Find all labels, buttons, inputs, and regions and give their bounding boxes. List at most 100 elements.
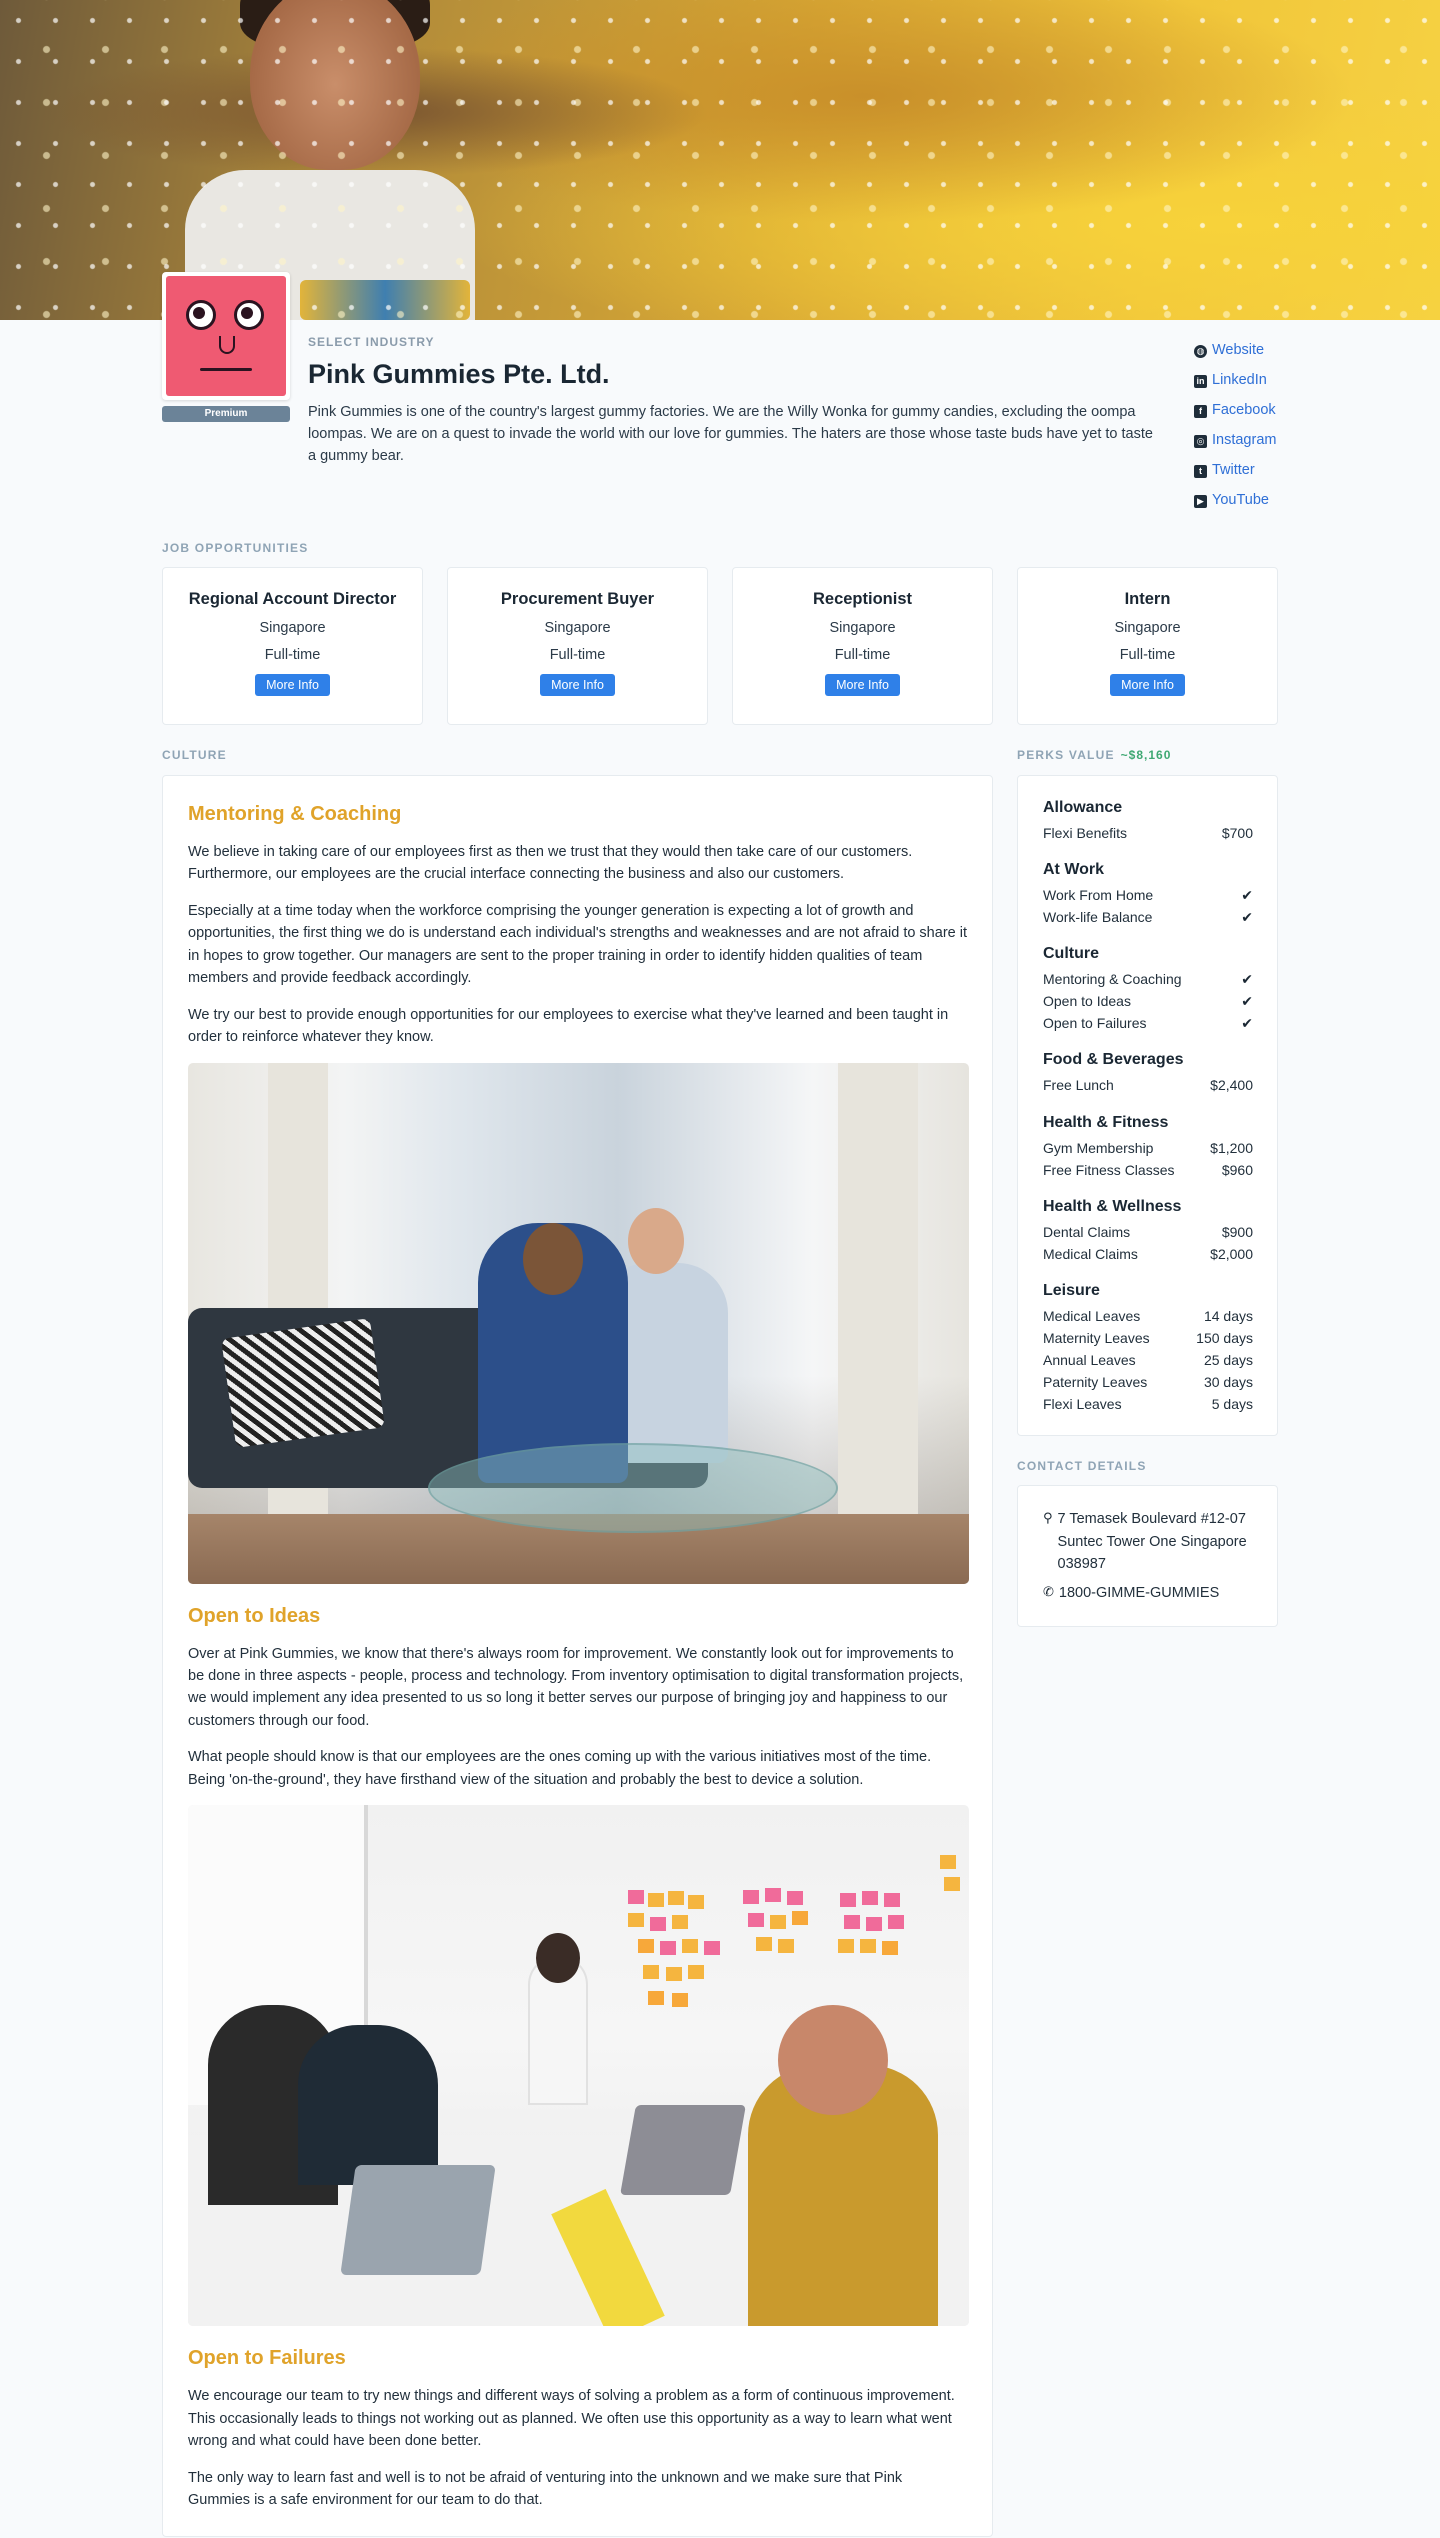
facebook-link[interactable]: Facebook bbox=[1212, 400, 1276, 421]
perk-group-title: Culture bbox=[1043, 945, 1099, 963]
perk-row: Maternity Leaves 150 days bbox=[1043, 1327, 1253, 1349]
job-location: Singapore bbox=[1114, 620, 1181, 637]
presenter-head bbox=[536, 1933, 580, 1984]
perk-name: Work From Home bbox=[1043, 887, 1154, 903]
job-title: Receptionist bbox=[812, 590, 913, 609]
more-info-button[interactable]: More Info bbox=[825, 674, 900, 697]
curtain bbox=[838, 1062, 918, 1584]
more-info-button[interactable]: More Info bbox=[540, 674, 615, 697]
perk-row: Open to Failures ✔ bbox=[1043, 1012, 1253, 1034]
job-location: Singapore bbox=[259, 620, 326, 637]
contact-card: ⚲ 7 Temasek Boulevard #12-07 Suntec Towe… bbox=[1017, 1485, 1278, 1628]
perk-row: Medical Leaves 14 days bbox=[1043, 1305, 1253, 1327]
job-card: Receptionist Singapore Full-time More In… bbox=[732, 567, 993, 726]
sticky-note bbox=[787, 1891, 803, 1906]
social-link-linkedin[interactable]: in LinkedIn bbox=[1194, 366, 1276, 396]
social-link-youtube[interactable]: ▶ YouTube bbox=[1194, 486, 1276, 516]
phone-text[interactable]: 1800-GIMME-GUMMIES bbox=[1059, 1582, 1219, 1604]
more-info-button[interactable]: More Info bbox=[255, 674, 330, 697]
sticky-note bbox=[862, 1891, 878, 1906]
address-text: 7 Temasek Boulevard #12-07 Suntec Tower … bbox=[1057, 1511, 1247, 1573]
perk-name: Open to Ideas bbox=[1043, 993, 1131, 1010]
sticky-note bbox=[838, 1939, 854, 1954]
job-type: Full-time bbox=[549, 647, 606, 664]
instagram-link[interactable]: Instagram bbox=[1212, 430, 1276, 451]
job-location: Singapore bbox=[544, 620, 611, 637]
sticky-note bbox=[648, 1991, 664, 2006]
job-location: Singapore bbox=[829, 620, 896, 637]
perk-value: $2,000 bbox=[1210, 1245, 1253, 1262]
perk-group-title: At Work bbox=[1043, 860, 1105, 878]
twitter-link[interactable]: Twitter bbox=[1212, 460, 1255, 481]
perk-row: Medical Claims $2,000 bbox=[1043, 1243, 1253, 1265]
perk-name: Dental Claims bbox=[1043, 1223, 1131, 1240]
office-meeting-photo bbox=[188, 1062, 969, 1584]
check-icon: ✔ bbox=[1241, 971, 1253, 988]
sticky-note bbox=[672, 1915, 688, 1930]
perk-value: $700 bbox=[1221, 824, 1253, 841]
address-row: ⚲ 7 Temasek Boulevard #12-07 Suntec Towe… bbox=[1043, 1508, 1253, 1575]
person-head bbox=[628, 1207, 684, 1274]
youtube-icon: ▶ bbox=[1194, 494, 1207, 508]
culture-paragraph: We encourage our team to try new things … bbox=[188, 2388, 955, 2450]
job-list: Regional Account Director Singapore Full… bbox=[162, 567, 1278, 726]
sticky-note bbox=[688, 1895, 704, 1910]
perk-name: Free Lunch bbox=[1043, 1077, 1114, 1094]
job-title: Regional Account Director bbox=[188, 590, 397, 609]
social-link-facebook[interactable]: f Facebook bbox=[1194, 396, 1276, 426]
website-link[interactable]: Website bbox=[1212, 340, 1264, 361]
job-card: Regional Account Director Singapore Full… bbox=[162, 567, 423, 726]
perk-group-title: Allowance bbox=[1043, 798, 1123, 816]
industry-label[interactable]: SELECT INDUSTRY bbox=[308, 334, 1158, 351]
phone-icon: ✆ bbox=[1043, 1583, 1054, 1599]
more-info-button[interactable]: More Info bbox=[1110, 674, 1185, 697]
perk-value: 30 days bbox=[1203, 1373, 1253, 1390]
perk-value: $900 bbox=[1221, 1223, 1253, 1240]
youtube-link[interactable]: YouTube bbox=[1212, 490, 1269, 511]
person-head bbox=[523, 1222, 583, 1295]
perk-group-title: Leisure bbox=[1043, 1281, 1100, 1299]
glass-table bbox=[428, 1442, 838, 1533]
perk-group-culture: Culture Mentoring & Coaching ✔ Open to Id… bbox=[1043, 942, 1253, 1034]
perk-group-title: Health & Fitness bbox=[1043, 1113, 1169, 1131]
perk-value: 14 days bbox=[1203, 1307, 1253, 1324]
sticky-note bbox=[668, 1891, 684, 1906]
perk-value: 25 days bbox=[1203, 1351, 1253, 1368]
sticky-note bbox=[638, 1939, 654, 1954]
perk-name: Work-life Balance bbox=[1043, 909, 1153, 925]
social-link-website[interactable]: ◍ Website bbox=[1194, 336, 1276, 366]
check-icon: ✔ bbox=[1241, 909, 1253, 925]
job-title: Intern bbox=[1124, 590, 1171, 609]
perk-row: Paternity Leaves 30 days bbox=[1043, 1371, 1253, 1393]
sticky-note bbox=[628, 1890, 644, 1905]
perk-value: 150 days bbox=[1196, 1329, 1253, 1346]
sticky-note bbox=[840, 1893, 856, 1908]
sticky-note bbox=[748, 1913, 764, 1928]
social-link-instagram[interactable]: ◎ Instagram bbox=[1194, 426, 1276, 456]
facebook-icon: f bbox=[1194, 404, 1207, 418]
linkedin-link[interactable]: LinkedIn bbox=[1212, 370, 1267, 391]
social-link-twitter[interactable]: t Twitter bbox=[1194, 456, 1276, 486]
perk-row: Work From Home ✔ bbox=[1043, 884, 1253, 906]
check-icon: ✔ bbox=[1241, 1015, 1253, 1032]
perk-row: Gym Membership $1,200 bbox=[1043, 1137, 1253, 1159]
sticky-note bbox=[660, 1941, 676, 1956]
sidebar-column: PERKS VALUE ~$8,160 Allowance Flexi Bene… bbox=[1017, 747, 1278, 2536]
perks-total-value: ~$8,160 bbox=[1120, 748, 1172, 763]
job-type: Full-time bbox=[1119, 647, 1176, 664]
culture-paragraph: What people should know is that our empl… bbox=[188, 1749, 932, 1788]
job-card: Intern Singapore Full-time More Info bbox=[1017, 567, 1278, 726]
linkedin-icon: in bbox=[1194, 374, 1207, 388]
perk-name: Flexi Leaves bbox=[1043, 1395, 1122, 1412]
perk-row: Free Lunch $2,400 bbox=[1043, 1075, 1253, 1097]
sticky-note bbox=[940, 1855, 956, 1870]
company-logo-wrap: Premium bbox=[162, 272, 290, 422]
job-type: Full-time bbox=[834, 647, 891, 664]
perks-card: Allowance Flexi Benefits $700 At Work Wor… bbox=[1017, 774, 1278, 1437]
perk-value: $2,400 bbox=[1210, 1077, 1253, 1094]
check-icon: ✔ bbox=[1241, 993, 1253, 1010]
perk-row: Dental Claims $900 bbox=[1043, 1221, 1253, 1243]
sticky-note bbox=[765, 1888, 781, 1903]
sticky-note bbox=[743, 1890, 759, 1905]
company-header: Premium SELECT INDUSTRY Pink Gummies Pte… bbox=[162, 272, 1278, 530]
